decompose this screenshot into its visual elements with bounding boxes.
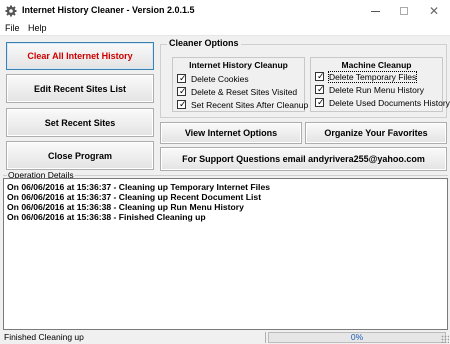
check-icon: ✓ [317,84,325,94]
checkbox-label: Delete Cookies [191,73,249,84]
operation-log[interactable]: On 06/06/2016 at 15:36:37 - Cleaning up … [3,178,448,330]
title-bar: Internet History Cleaner - Version 2.0.1… [0,0,450,22]
checkbox-box[interactable]: ✓ [177,99,187,109]
delete-cookies-checkbox[interactable]: ✓ Delete Cookies [177,73,249,84]
set-recent-sites-button[interactable]: Set Recent Sites [6,108,154,137]
checkbox-box[interactable]: ✓ [177,86,187,96]
cleaner-options-title: Cleaner Options [167,38,241,48]
check-icon: ✓ [317,97,325,107]
check-icon: ✓ [317,71,325,81]
check-icon: ✓ [179,86,187,96]
maximize-button[interactable] [389,0,419,22]
checkbox-box[interactable]: ✓ [315,97,325,107]
delete-run-menu-history-checkbox[interactable]: ✓ Delete Run Menu History [315,84,424,95]
machine-cleanup-title: Machine Cleanup [341,60,412,70]
menu-help[interactable]: Help [28,23,47,33]
support-email-button[interactable]: For Support Questions email andyrivera25… [160,147,447,171]
progress-bar: 0% [268,332,446,343]
log-line: On 06/06/2016 at 15:36:37 - Cleaning up … [7,182,270,192]
delete-used-documents-checkbox[interactable]: ✓ Delete Used Documents History [315,97,450,108]
machine-cleanup-group: Machine Cleanup ✓ Delete Temporary Files… [310,57,450,112]
close-program-button[interactable]: Close Program [6,141,154,170]
view-internet-options-button[interactable]: View Internet Options [160,122,302,144]
minimize-icon [370,10,380,12]
close-button[interactable]: ✕ [419,0,449,22]
checkbox-box[interactable]: ✓ [177,73,187,83]
resize-grip-icon[interactable] [441,335,449,343]
clear-all-history-button[interactable]: Clear All Internet History [6,42,154,70]
close-icon: ✕ [428,4,440,18]
checkbox-label: Delete Used Documents History [329,97,450,108]
status-divider [265,332,266,343]
status-text: Finished Cleaning up [4,332,84,342]
gear-icon [5,5,17,17]
set-recent-sites-after-cleanup-checkbox[interactable]: ✓ Set Recent Sites After Cleanup [177,99,308,110]
log-line: On 06/06/2016 at 15:36:37 - Cleaning up … [7,192,262,202]
internet-history-cleanup-group: Internet History Cleanup ✓ Delete Cookie… [172,57,308,112]
check-icon: ✓ [179,99,187,109]
checkbox-box[interactable]: ✓ [315,71,325,81]
organize-favorites-button[interactable]: Organize Your Favorites [305,122,447,144]
edit-recent-sites-button[interactable]: Edit Recent Sites List [6,74,154,103]
internet-history-cleanup-title: Internet History Cleanup [189,60,288,70]
log-line: On 06/06/2016 at 15:36:38 - Cleaning up … [7,202,244,212]
maximize-icon [400,7,408,15]
checkbox-box[interactable]: ✓ [315,84,325,94]
menu-file[interactable]: File [5,23,20,33]
delete-temporary-files-checkbox[interactable]: ✓ Delete Temporary Files [315,70,418,83]
checkbox-label: Delete Temporary Files [327,70,418,83]
minimize-button[interactable] [360,0,390,22]
progress-text: 0% [350,332,364,342]
window-title: Internet History Cleaner - Version 2.0.1… [22,5,195,15]
menu-bar: File Help [0,22,450,36]
status-bar: Finished Cleaning up 0% [0,331,450,344]
checkbox-label: Set Recent Sites After Cleanup [191,99,309,110]
delete-reset-sites-checkbox[interactable]: ✓ Delete & Reset Sites Visited [177,86,297,97]
checkbox-label: Delete & Reset Sites Visited [191,86,298,97]
checkbox-label: Delete Run Menu History [329,84,424,95]
log-line: On 06/06/2016 at 15:36:38 - Finished Cle… [7,212,206,222]
check-icon: ✓ [179,73,187,83]
